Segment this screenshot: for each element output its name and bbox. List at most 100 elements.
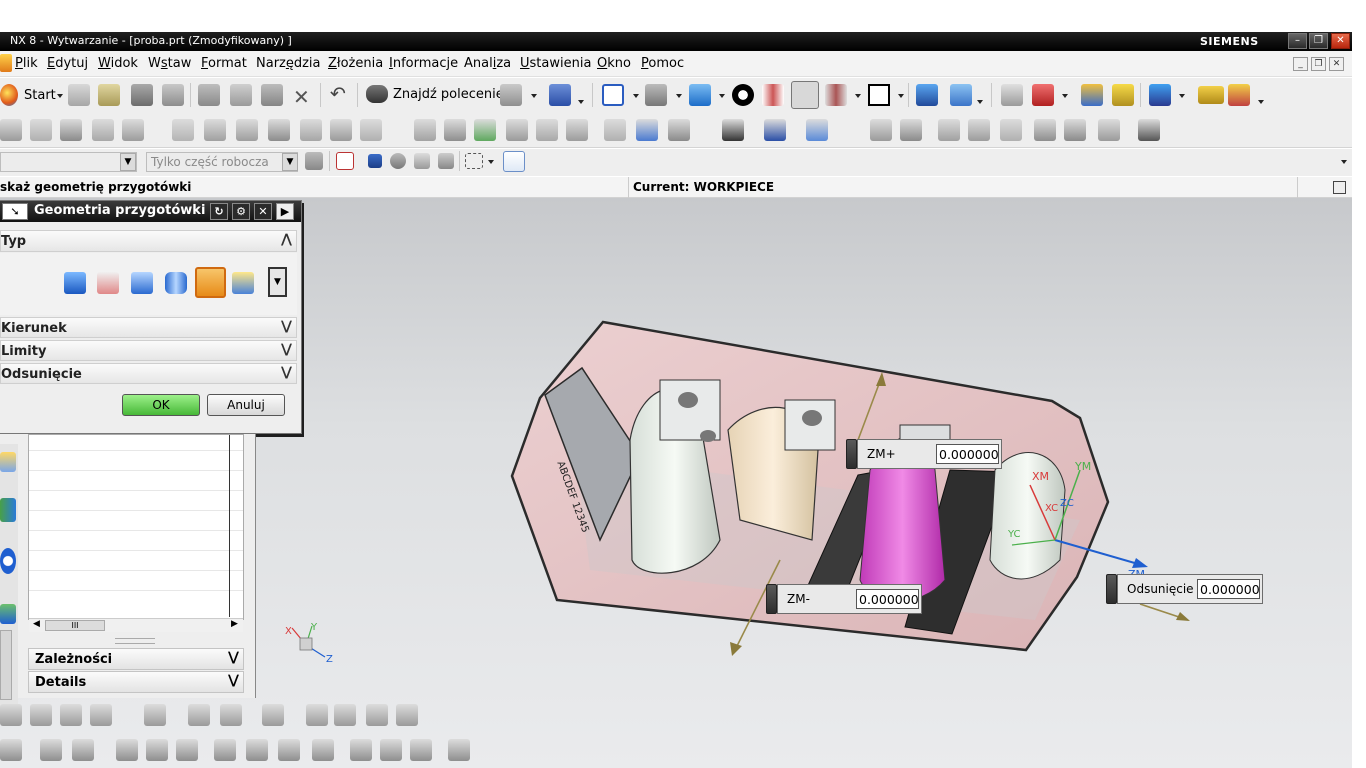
- dialog-section-header[interactable]: Odsunięcie ⋁: [0, 363, 297, 384]
- manufacturing-tool-icon[interactable]: [0, 739, 22, 761]
- manufacturing-tool-icon[interactable]: [116, 739, 138, 761]
- operation-tool-icon[interactable]: [1034, 119, 1056, 141]
- orient-view-icon[interactable]: [916, 84, 938, 106]
- app-menu-icon[interactable]: [0, 54, 12, 72]
- operation-tool-icon[interactable]: [414, 119, 436, 141]
- clip-icon[interactable]: [825, 84, 847, 106]
- manufacturing-tool-icon[interactable]: [350, 739, 372, 761]
- manufacturing-tool-icon[interactable]: [72, 739, 94, 761]
- operation-tool-icon[interactable]: [764, 119, 786, 141]
- manufacturing-tool-icon[interactable]: [262, 704, 284, 726]
- snap-point-icon[interactable]: [336, 152, 354, 170]
- dialog-section-header[interactable]: Kierunek ⋁: [0, 317, 297, 338]
- print-icon[interactable]: [162, 84, 184, 106]
- history-icon[interactable]: [0, 604, 16, 624]
- manufacturing-tool-icon[interactable]: [278, 739, 300, 761]
- select-arrow-icon[interactable]: ➘: [2, 203, 28, 220]
- operation-tool-icon[interactable]: [968, 119, 990, 141]
- manufacturing-tool-icon[interactable]: [312, 739, 334, 761]
- close-button[interactable]: ✕: [1331, 33, 1350, 49]
- manufacturing-tool-icon[interactable]: [306, 704, 328, 726]
- more-types-dropdown[interactable]: ▼: [268, 267, 287, 297]
- menu-item[interactable]: Okno: [597, 56, 631, 71]
- operation-tool-icon[interactable]: [566, 119, 588, 141]
- menu-item[interactable]: Widok: [98, 56, 138, 71]
- operation-tool-icon[interactable]: [300, 119, 322, 141]
- open-folder-icon[interactable]: [98, 84, 120, 106]
- start-button[interactable]: Start: [24, 88, 56, 103]
- manufacturing-tool-icon[interactable]: [188, 704, 210, 726]
- menu-item[interactable]: Wstaw: [148, 56, 191, 71]
- reset-icon[interactable]: ↻: [210, 203, 228, 220]
- offset-from-part-icon[interactable]: [195, 267, 226, 298]
- zoom-icon[interactable]: [645, 84, 667, 106]
- manufacturing-tool-icon[interactable]: [144, 704, 166, 726]
- manufacturing-tool-icon[interactable]: [60, 704, 82, 726]
- manufacturing-tool-icon[interactable]: [220, 704, 242, 726]
- settings-icon[interactable]: ⚙: [232, 203, 250, 220]
- web-browser-icon[interactable]: [0, 548, 16, 574]
- angle-icon[interactable]: [1228, 84, 1250, 106]
- menu-item[interactable]: Analiza: [464, 56, 511, 71]
- manufacturing-tool-icon[interactable]: [0, 704, 22, 726]
- operation-tool-icon[interactable]: [236, 119, 258, 141]
- menu-item[interactable]: Format: [201, 56, 247, 71]
- operation-tool-icon[interactable]: [806, 119, 828, 141]
- ruler-icon[interactable]: [1198, 86, 1224, 104]
- operation-tool-icon[interactable]: [900, 119, 922, 141]
- menu-item[interactable]: Informacje: [389, 56, 458, 71]
- zm-plus-handle[interactable]: [846, 439, 857, 469]
- fit-view-icon[interactable]: [602, 84, 624, 106]
- offset-input[interactable]: [1197, 579, 1260, 599]
- assembly-navigator-icon[interactable]: [0, 452, 16, 472]
- operation-tool-icon[interactable]: [1098, 119, 1120, 141]
- operation-tool-icon[interactable]: [444, 119, 466, 141]
- operation-tool-icon[interactable]: [0, 119, 22, 141]
- render-style-icon[interactable]: [732, 84, 754, 106]
- menu-item[interactable]: Edytuj: [47, 56, 88, 71]
- mdi-close-button[interactable]: ✕: [1329, 57, 1344, 71]
- manufacturing-tool-icon[interactable]: [366, 704, 388, 726]
- curve-icon[interactable]: [438, 153, 454, 169]
- manufacturing-tool-icon[interactable]: [214, 739, 236, 761]
- menu-item[interactable]: Plik: [15, 56, 38, 71]
- filter-reset-icon[interactable]: [305, 152, 323, 170]
- operation-tool-icon[interactable]: [60, 119, 82, 141]
- block-icon[interactable]: [131, 272, 153, 294]
- minimize-button[interactable]: –: [1288, 33, 1307, 49]
- operation-tool-icon[interactable]: [360, 119, 382, 141]
- body-icon[interactable]: [390, 153, 406, 169]
- type-section-header[interactable]: Typ ⋀: [0, 230, 297, 252]
- splitter-handle[interactable]: [115, 638, 155, 644]
- measure-icon[interactable]: [1112, 84, 1134, 106]
- auto-block-icon[interactable]: [64, 272, 86, 294]
- menu-item[interactable]: Ustawienia: [520, 56, 591, 71]
- dialog-section-header[interactable]: Limity ⋁: [0, 340, 297, 361]
- chevron-down-icon[interactable]: ▼: [282, 153, 298, 171]
- part-navigator-icon[interactable]: [0, 498, 16, 522]
- navigator-section-header[interactable]: Details ⋁: [28, 671, 244, 693]
- tools-dropdown-icon[interactable]: [531, 94, 537, 98]
- workpiece-view-icon[interactable]: [791, 81, 819, 109]
- manufacturing-tool-icon[interactable]: [410, 739, 432, 761]
- zm-minus-handle[interactable]: [766, 584, 777, 614]
- wcs-icon[interactable]: [1032, 84, 1054, 106]
- maximize-button[interactable]: ❐: [1309, 33, 1328, 49]
- type-filter-select[interactable]: [0, 152, 137, 172]
- binoculars-icon[interactable]: [366, 85, 388, 103]
- manufacturing-tool-icon[interactable]: [334, 704, 356, 726]
- feature-icon[interactable]: [414, 153, 430, 169]
- operation-tool-icon[interactable]: [122, 119, 144, 141]
- manufacturing-tool-icon[interactable]: [146, 739, 168, 761]
- operation-tool-icon[interactable]: [722, 119, 744, 141]
- tools-icon[interactable]: [500, 84, 522, 106]
- manufacturing-tool-icon[interactable]: [246, 739, 268, 761]
- operation-tool-icon[interactable]: [1138, 119, 1160, 141]
- delete-icon[interactable]: ✕: [293, 85, 310, 109]
- navigator-section-header[interactable]: Zależności ⋁: [28, 648, 244, 670]
- operation-tool-icon[interactable]: [474, 119, 496, 141]
- copy-icon[interactable]: [230, 84, 252, 106]
- operation-tool-icon[interactable]: [268, 119, 290, 141]
- menu-item[interactable]: Pomoc: [641, 56, 684, 71]
- find-command-button[interactable]: Znajdź polecenie: [393, 87, 504, 102]
